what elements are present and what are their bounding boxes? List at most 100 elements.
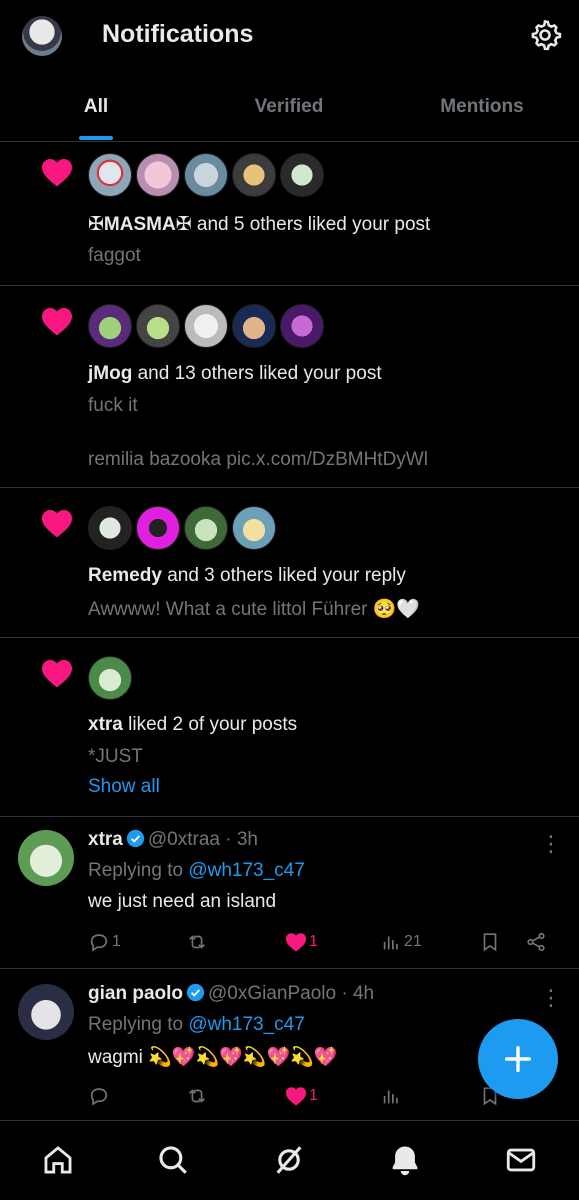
bell-icon[interactable] bbox=[388, 1143, 422, 1177]
bookmark-button[interactable] bbox=[479, 929, 501, 955]
heart-icon bbox=[42, 308, 72, 336]
like-button[interactable]: 1 bbox=[285, 929, 318, 955]
views-button[interactable] bbox=[380, 1083, 402, 1109]
avatar[interactable] bbox=[136, 506, 180, 550]
notification-text: jMog and 13 others liked your post bbox=[88, 363, 382, 385]
bookmark-icon bbox=[483, 933, 497, 952]
post-preview: *JUST bbox=[88, 746, 143, 767]
post-preview-link: remilia bazooka pic.x.com/DzBMHtDyWl bbox=[88, 449, 428, 470]
notification-text: xtra liked 2 of your posts bbox=[88, 714, 297, 736]
avatar[interactable] bbox=[280, 304, 324, 348]
gear-icon[interactable] bbox=[528, 18, 562, 52]
tweet-item[interactable]: xtra @0xtraa · 3h ⋮ Replying to @wh173_c4… bbox=[0, 817, 579, 969]
plus-icon bbox=[504, 1045, 532, 1073]
actor-name[interactable]: Remedy bbox=[88, 565, 162, 586]
avatar[interactable] bbox=[18, 984, 74, 1040]
reply-button[interactable] bbox=[88, 1083, 110, 1109]
replying-to: Replying to @wh173_c47 bbox=[88, 860, 305, 882]
post-preview: Awwww! What a cute littol Führer 🥺🤍 bbox=[88, 599, 421, 620]
notification-item[interactable]: jMog and 13 others liked your post fuck … bbox=[0, 286, 579, 488]
reply-button[interactable]: 1 bbox=[88, 929, 121, 955]
home-icon[interactable] bbox=[41, 1143, 75, 1177]
bottom-nav bbox=[0, 1120, 579, 1200]
tab-verified[interactable]: Verified bbox=[222, 72, 356, 142]
action-text: liked 2 of your posts bbox=[122, 714, 298, 735]
avatar[interactable] bbox=[136, 304, 180, 348]
liker-avatars bbox=[88, 506, 276, 550]
mail-icon[interactable] bbox=[504, 1143, 538, 1177]
avatar[interactable] bbox=[88, 304, 132, 348]
tab-all-label: All bbox=[83, 96, 109, 117]
tab-verified-label: Verified bbox=[254, 96, 324, 117]
views-count: 21 bbox=[404, 933, 422, 950]
like-count: 1 bbox=[309, 933, 318, 950]
avatar[interactable] bbox=[88, 153, 132, 197]
replying-label: Replying to bbox=[88, 860, 189, 881]
repost-icon bbox=[189, 935, 205, 949]
avatar[interactable] bbox=[184, 153, 228, 197]
page-title: Notifications bbox=[102, 20, 254, 48]
avatar[interactable] bbox=[232, 506, 276, 550]
heart-filled-icon bbox=[285, 1087, 307, 1106]
repost-button[interactable] bbox=[186, 1083, 208, 1109]
tab-active-indicator bbox=[79, 136, 113, 140]
action-text: and 13 others liked your post bbox=[132, 363, 382, 384]
actor-name[interactable]: xtra bbox=[88, 714, 123, 735]
like-button[interactable]: 1 bbox=[285, 1083, 318, 1109]
show-all-link[interactable]: Show all bbox=[88, 776, 160, 798]
replying-to-handle[interactable]: @wh173_c47 bbox=[188, 1014, 304, 1035]
reply-count: 1 bbox=[112, 933, 121, 950]
action-text: and 3 others liked your reply bbox=[161, 565, 406, 586]
action-text: and 5 others liked your post bbox=[191, 214, 431, 235]
grok-icon[interactable] bbox=[272, 1143, 306, 1177]
liker-avatars bbox=[88, 656, 132, 700]
replying-label: Replying to bbox=[88, 1014, 189, 1035]
tab-all[interactable]: All bbox=[40, 72, 152, 142]
profile-avatar[interactable] bbox=[22, 16, 62, 56]
display-name[interactable]: gian paolo bbox=[88, 983, 183, 1004]
compose-button[interactable] bbox=[478, 1019, 558, 1099]
views-button[interactable]: 21 bbox=[380, 929, 422, 955]
handle-and-time: @0xtraa · 3h bbox=[147, 829, 258, 850]
tab-mentions-label: Mentions bbox=[440, 96, 524, 117]
verified-badge-icon bbox=[186, 983, 205, 1002]
notification-item[interactable]: xtra liked 2 of your posts *JUST Show al… bbox=[0, 638, 579, 817]
repost-icon bbox=[189, 1089, 205, 1103]
tweet-text: we just need an island bbox=[88, 891, 277, 912]
avatar[interactable] bbox=[232, 153, 276, 197]
reply-icon bbox=[90, 934, 108, 952]
avatar[interactable] bbox=[184, 304, 228, 348]
tab-mentions[interactable]: Mentions bbox=[420, 72, 544, 142]
avatar[interactable] bbox=[88, 506, 132, 550]
post-preview: fuck it bbox=[88, 395, 138, 416]
replying-to-handle[interactable]: @wh173_c47 bbox=[188, 860, 304, 881]
repost-button[interactable] bbox=[186, 929, 210, 955]
avatar[interactable] bbox=[232, 304, 276, 348]
more-options-icon[interactable]: ⋮ bbox=[540, 833, 562, 855]
heart-icon bbox=[42, 660, 72, 688]
actor-name[interactable]: ✠MASMA✠ bbox=[88, 214, 192, 235]
post-preview: faggot bbox=[88, 245, 141, 266]
avatar[interactable] bbox=[18, 830, 74, 886]
views-icon bbox=[383, 1090, 398, 1104]
display-name[interactable]: xtra bbox=[88, 829, 123, 850]
tweet-actions: 1 1 21 bbox=[88, 929, 558, 955]
heart-filled-icon bbox=[285, 933, 307, 952]
tweet-header: xtra @0xtraa · 3h bbox=[88, 829, 258, 851]
top-bar: Notifications bbox=[0, 0, 579, 72]
notification-item[interactable]: ✠MASMA✠ and 5 others liked your post fag… bbox=[0, 143, 579, 286]
avatar[interactable] bbox=[136, 153, 180, 197]
avatar[interactable] bbox=[184, 506, 228, 550]
search-icon[interactable] bbox=[156, 1143, 190, 1177]
like-count: 1 bbox=[309, 1087, 318, 1104]
avatar[interactable] bbox=[280, 153, 324, 197]
share-icon bbox=[527, 932, 545, 952]
actor-name[interactable]: jMog bbox=[88, 363, 132, 384]
reply-icon bbox=[90, 1088, 108, 1106]
verified-badge-icon bbox=[126, 829, 144, 848]
avatar[interactable] bbox=[88, 656, 132, 700]
share-button[interactable] bbox=[525, 929, 547, 955]
notification-item[interactable]: Remedy and 3 others liked your reply Aww… bbox=[0, 488, 579, 638]
tweet-actions: 1 bbox=[88, 1083, 558, 1109]
more-options-icon[interactable]: ⋮ bbox=[540, 987, 562, 1009]
